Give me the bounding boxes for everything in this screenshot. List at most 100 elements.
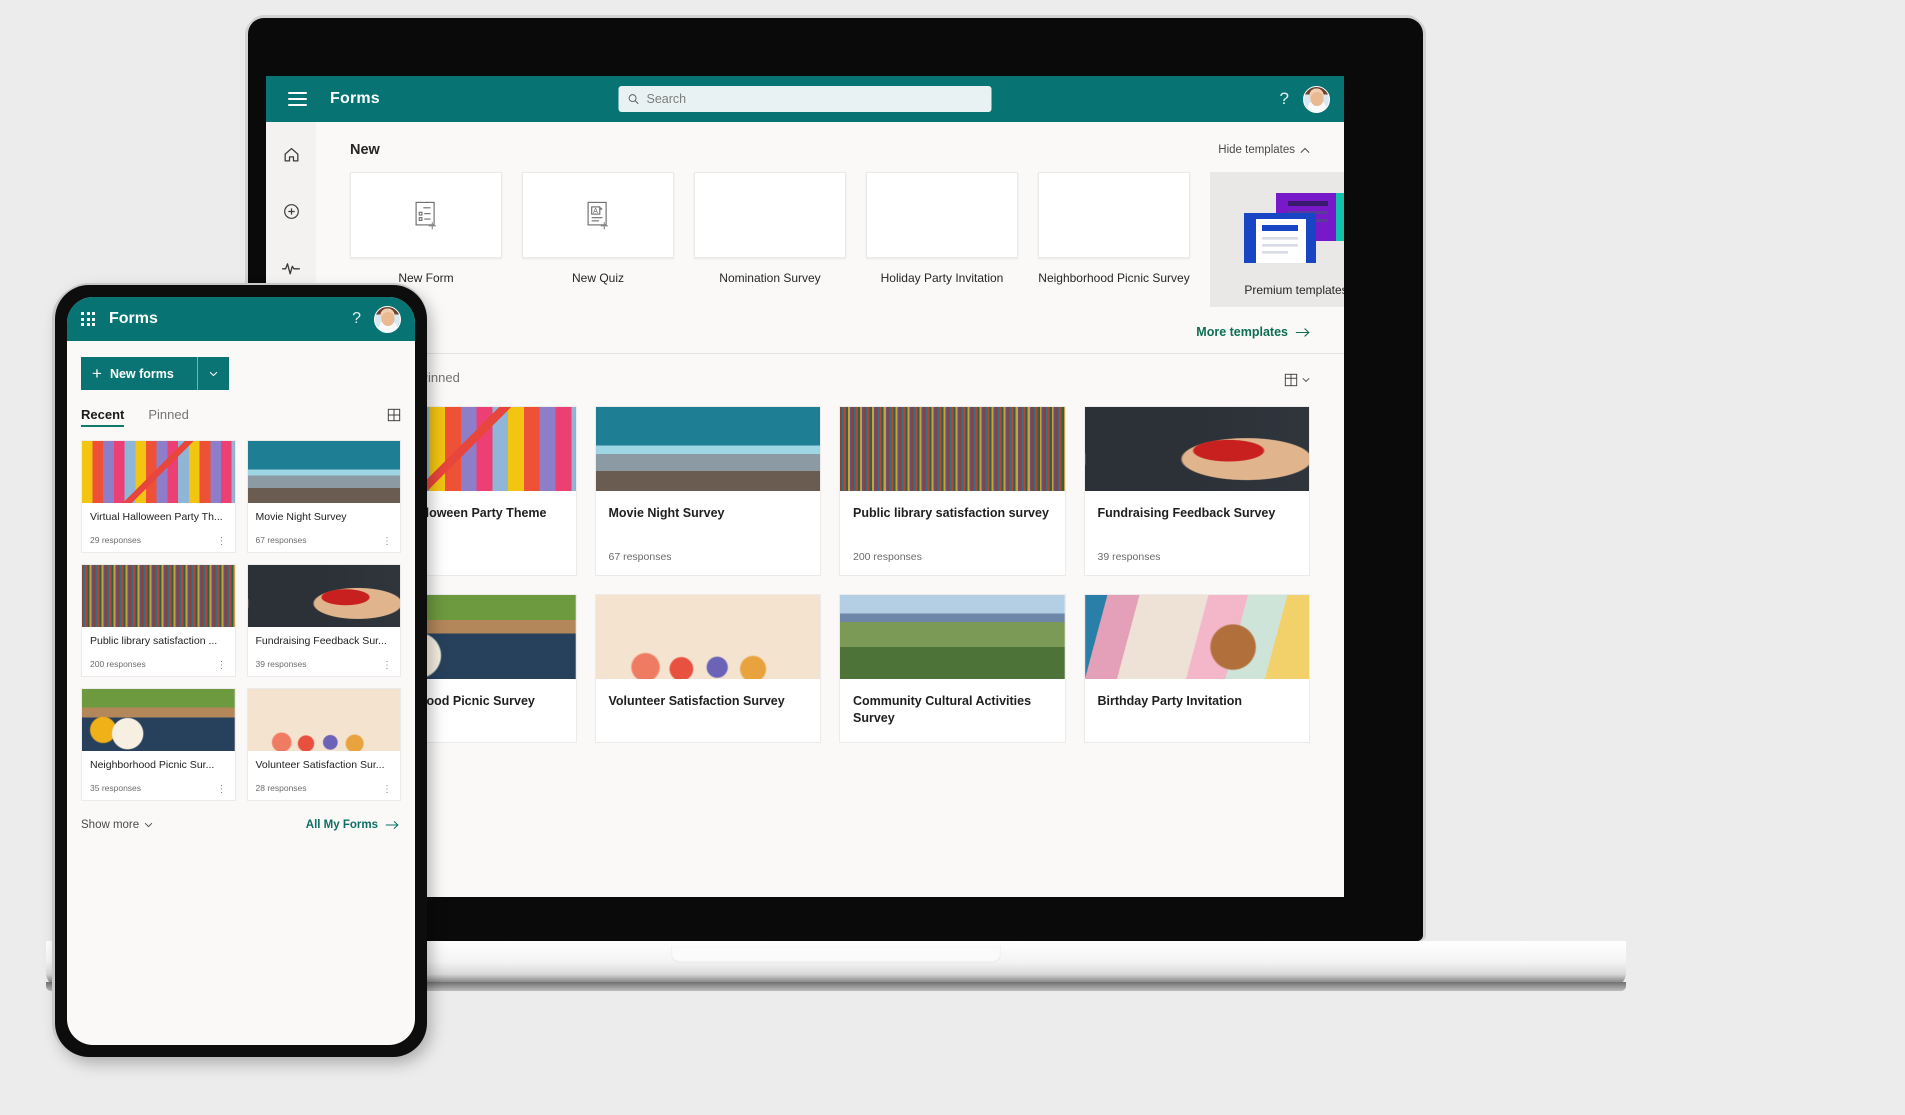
template-row: New Form A New Quiz Nomination Survey Ho…: [350, 172, 1344, 307]
template-nomination-survey[interactable]: Nomination Survey: [694, 172, 846, 285]
hide-templates-label: Hide templates: [1218, 144, 1295, 156]
grid-view-icon: [1284, 373, 1298, 387]
new-forms-label: New forms: [109, 366, 174, 381]
form-thumbnail: [247, 565, 400, 627]
more-templates-label: More templates: [1196, 325, 1288, 339]
sidebar-item-activity[interactable]: [275, 252, 307, 284]
form-card[interactable]: Movie Night Survey 67 responses ⋮: [246, 440, 401, 553]
avatar[interactable]: [374, 305, 401, 333]
form-thumbnail: [1084, 407, 1309, 491]
all-my-forms-link[interactable]: All My Forms: [306, 819, 399, 831]
form-card[interactable]: Neighborhood Picnic Sur... 35 responses …: [81, 688, 236, 801]
form-card[interactable]: Public library satisfaction ... 200 resp…: [81, 564, 236, 677]
form-thumbnail: [247, 441, 400, 503]
form-card[interactable]: Fundraising Feedback Sur... 39 responses…: [246, 564, 401, 677]
plus-icon: +: [92, 363, 102, 383]
form-thumbnail: [82, 565, 235, 627]
new-forms-dropdown[interactable]: [197, 357, 229, 390]
form-card-footer: 39 responses ⋮: [248, 647, 401, 676]
form-responses: 67 responses: [255, 535, 307, 545]
help-icon[interactable]: ?: [1280, 89, 1289, 109]
new-forms-main[interactable]: + New forms: [81, 364, 197, 384]
new-section-header: New Hide templates: [350, 142, 1310, 158]
show-more-button[interactable]: Show more: [81, 819, 153, 831]
page-title: New: [350, 142, 380, 158]
template-label: Premium templates: [1244, 283, 1344, 297]
phone-app-header: Forms ?: [67, 297, 415, 341]
chevron-down-icon: [1302, 378, 1310, 383]
sidebar-item-create[interactable]: [275, 195, 307, 227]
more-options-icon[interactable]: ⋮: [382, 537, 392, 547]
template-label: Neighborhood Picnic Survey: [1038, 271, 1190, 285]
phone-screen: Forms ? + New forms Recent Pinned Virtua…: [67, 297, 415, 1045]
template-holiday-party-invitation[interactable]: Holiday Party Invitation: [866, 172, 1018, 285]
form-title: Volunteer Satisfaction Sur...: [255, 759, 385, 771]
phone-footer: Show more All My Forms: [81, 819, 401, 831]
hide-templates-button[interactable]: Hide templates: [1218, 144, 1310, 156]
plus-circle-icon: [283, 203, 299, 219]
form-title: Fundraising Feedback Survey: [1097, 506, 1276, 520]
form-title: Movie Night Survey: [608, 506, 725, 520]
more-options-icon[interactable]: ⋮: [217, 785, 227, 795]
svg-text:A: A: [593, 206, 598, 215]
form-card[interactable]: Birthday Party Invitation: [1083, 594, 1310, 743]
more-options-icon[interactable]: ⋮: [382, 661, 392, 671]
chevron-down-icon: [144, 822, 153, 828]
arrow-right-icon: [1295, 327, 1310, 337]
chevron-down-icon: [209, 371, 218, 376]
sidebar-item-home[interactable]: [275, 138, 307, 170]
template-new-form[interactable]: New Form: [350, 172, 502, 285]
search-input[interactable]: [646, 92, 983, 106]
template-label: Nomination Survey: [719, 271, 821, 285]
desktop-app-header: Forms ?: [266, 76, 1344, 122]
new-forms-button[interactable]: + New forms: [81, 357, 229, 390]
phone-device: Forms ? + New forms Recent Pinned Virtua…: [55, 285, 427, 1057]
help-icon[interactable]: ?: [352, 310, 361, 328]
home-icon: [284, 147, 298, 161]
arrow-right-icon: [385, 820, 399, 830]
form-title: Birthday Party Invitation: [1097, 694, 1242, 709]
desktop-app-body: New Hide templates New Form A New Quiz N…: [266, 122, 1344, 897]
form-thumbnail: [82, 689, 235, 751]
form-card[interactable]: Community Cultural Activities Survey: [839, 594, 1066, 743]
form-responses: 39 responses: [1097, 551, 1161, 564]
phone-app-body: + New forms Recent Pinned Virtual Hallow…: [67, 341, 415, 831]
more-options-icon[interactable]: ⋮: [382, 785, 392, 795]
template-neighborhood-picnic-survey[interactable]: Neighborhood Picnic Survey: [1038, 172, 1190, 285]
form-thumbnail: [82, 441, 235, 503]
form-card[interactable]: Volunteer Satisfaction Survey: [594, 594, 821, 743]
avatar[interactable]: [1303, 85, 1330, 113]
form-title: Virtual Halloween Party Th...: [90, 511, 223, 523]
form-thumbnail: [1084, 595, 1309, 680]
form-thumbnail: [247, 689, 400, 751]
template-new-quiz[interactable]: A New Quiz: [522, 172, 674, 285]
template-label: New Quiz: [571, 271, 624, 285]
tab-recent[interactable]: Recent: [81, 407, 125, 427]
view-toggle-button[interactable]: [1284, 373, 1310, 387]
more-options-icon[interactable]: ⋮: [217, 661, 227, 671]
phone-header-actions: ?: [352, 305, 401, 333]
form-card[interactable]: Fundraising Feedback Survey 39 responses: [1083, 406, 1310, 577]
form-card[interactable]: Virtual Halloween Party Th... 29 respons…: [81, 440, 236, 553]
search-bar[interactable]: [618, 86, 992, 112]
form-title: Public library satisfaction ...: [90, 635, 218, 647]
form-responses: 67 responses: [608, 551, 672, 564]
hamburger-icon[interactable]: [274, 92, 320, 106]
form-card-footer: 67 responses ⋮: [248, 523, 401, 552]
form-responses: 28 responses: [255, 783, 307, 793]
view-toggle-button[interactable]: [387, 408, 401, 427]
search-icon: [628, 94, 639, 105]
form-title: Community Cultural Activities Survey: [853, 694, 1032, 725]
app-launcher-icon[interactable]: [81, 312, 95, 326]
form-responses: 29 responses: [90, 535, 142, 545]
more-options-icon[interactable]: ⋮: [217, 537, 227, 547]
form-card[interactable]: Movie Night Survey 67 responses: [594, 406, 821, 577]
template-premium-templates[interactable]: ◆: [1210, 172, 1344, 307]
forms-card-grid: Virtual Halloween Party Theme 29 respons…: [350, 406, 1310, 743]
form-card[interactable]: Public library satisfaction survey 200 r…: [839, 406, 1066, 577]
tab-pinned[interactable]: Pinned: [148, 407, 188, 427]
form-card[interactable]: Volunteer Satisfaction Sur... 28 respons…: [246, 688, 401, 801]
form-thumbnail: [595, 407, 820, 491]
more-templates-link[interactable]: More templates: [1196, 325, 1310, 339]
template-thumbnail: [1038, 172, 1190, 258]
